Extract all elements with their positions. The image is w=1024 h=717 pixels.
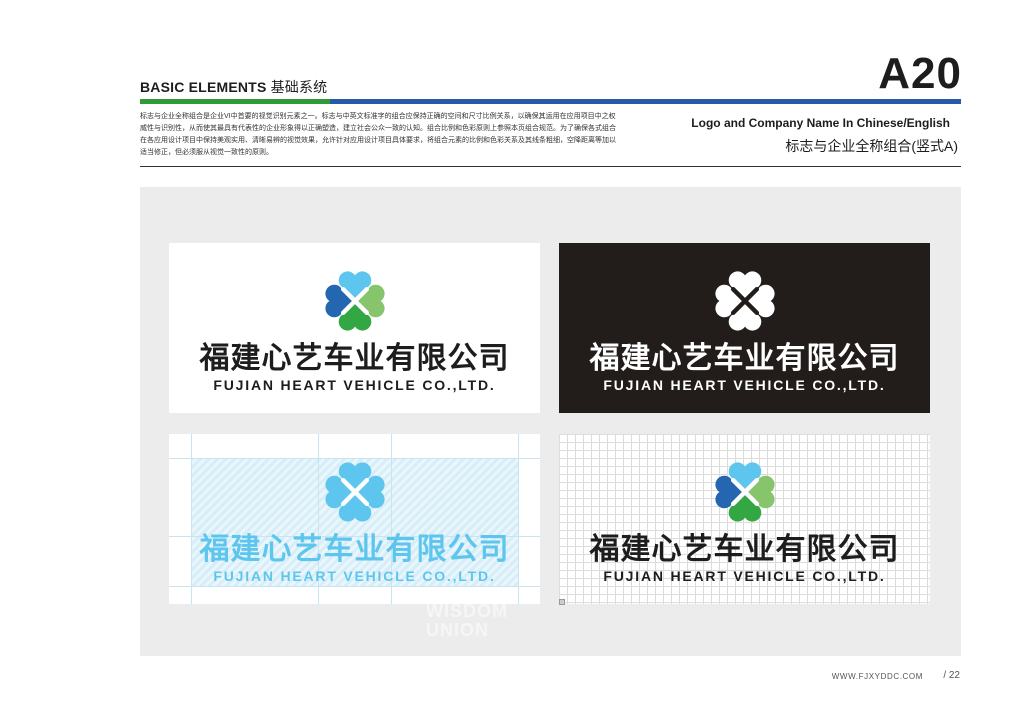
subtitle-en: Logo and Company Name In Chinese/English [691,116,950,130]
green-rule [140,99,330,104]
blue-rule [330,99,961,104]
company-name-cn: 福建心艺车业有限公司 [199,533,510,566]
company-name-cn: 福建心艺车业有限公司 [199,342,510,375]
section-title-zh: 基础系统 [270,79,328,95]
guide-line [169,586,540,587]
watermark: WISDOM UNION [426,602,508,640]
company-name-en: FUJIAN HEART VEHICLE CO.,LTD. [603,568,886,584]
watermark-line2: UNION [426,620,489,640]
page-code: A20 [878,49,962,98]
four-heart-clover-x-icon [715,462,775,522]
logo-panel-grid: 福建心艺车业有限公司 FUJIAN HEART VEHICLE CO.,LTD. [559,434,930,604]
logo-panel-color: 福建心艺车业有限公司 FUJIAN HEART VEHICLE CO.,LTD. [169,243,540,413]
logo-panel-reversed: 福建心艺车业有限公司 FUJIAN HEART VEHICLE CO.,LTD. [559,243,930,413]
section-title: BASIC ELEMENTS 基础系统 [140,77,327,97]
four-heart-clover-x-icon [325,271,385,331]
footer-url: WWW.FJXYDDC.COM [831,672,923,681]
logo-panel-guides: 福建心艺车业有限公司 FUJIAN HEART VEHICLE CO.,LTD. [169,434,540,604]
company-name-en: FUJIAN HEART VEHICLE CO.,LTD. [213,377,496,393]
page-number: / 22 [943,670,960,681]
header-divider [140,166,961,167]
company-name-cn: 福建心艺车业有限公司 [589,533,900,566]
company-name-cn: 福建心艺车业有限公司 [589,342,900,375]
four-heart-clover-x-icon [325,462,385,522]
description-text: 标志与企业全称组合是企业VI中首要的视觉识别元素之一。标志与中英文标准字的组合应… [140,113,616,156]
four-heart-clover-x-icon [715,271,775,331]
watermark-line1: WISDOM [426,601,508,621]
company-name-en: FUJIAN HEART VEHICLE CO.,LTD. [213,568,496,584]
company-name-en: FUJIAN HEART VEHICLE CO.,LTD. [603,377,886,393]
small-marker [559,599,565,605]
subtitle-zh: 标志与企业全称组合(竖式A) [785,138,958,154]
section-title-en: BASIC ELEMENTS [140,79,267,95]
